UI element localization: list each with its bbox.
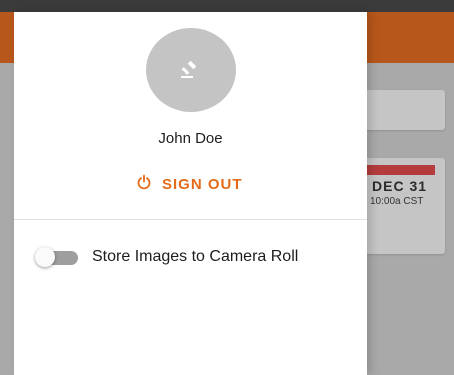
sign-out-label: SIGN OUT xyxy=(162,175,243,193)
screen: DEC 31 10:00a CST John Doe SIGN OUT Stor… xyxy=(0,0,454,375)
toggle-label: Store Images to Camera Roll xyxy=(92,248,299,265)
user-name: John Doe xyxy=(158,130,223,147)
divider xyxy=(14,219,367,220)
gavel-icon xyxy=(179,60,203,80)
event-date: DEC 31 xyxy=(372,178,428,194)
navigation-drawer: John Doe SIGN OUT Store Images to Camera… xyxy=(14,12,367,375)
event-time: 10:00a CST xyxy=(370,196,424,207)
avatar xyxy=(146,28,236,112)
setting-row: Store Images to Camera Roll xyxy=(35,243,355,271)
toggle-thumb xyxy=(35,247,55,267)
status-bar xyxy=(0,0,454,12)
power-icon xyxy=(136,174,152,194)
camera-roll-toggle[interactable] xyxy=(35,246,80,268)
sign-out-button[interactable]: SIGN OUT xyxy=(136,174,243,194)
